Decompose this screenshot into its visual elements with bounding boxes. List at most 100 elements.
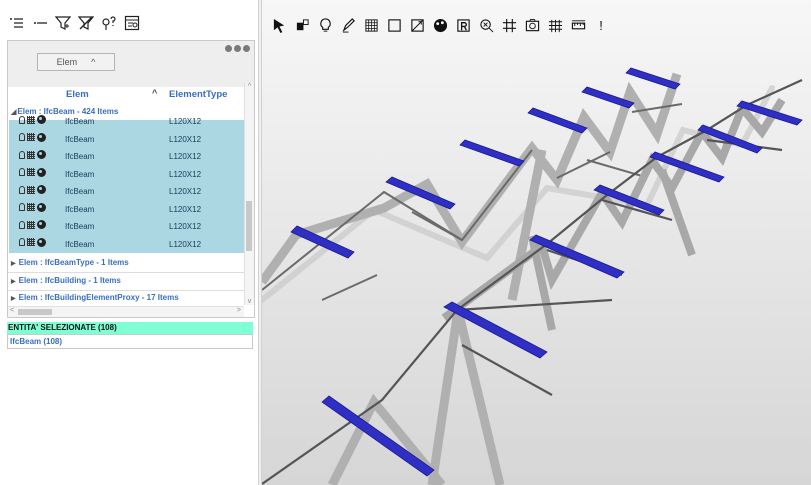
- table-icon[interactable]: [544, 14, 566, 36]
- bulb-icon[interactable]: [19, 203, 25, 211]
- select-arrow-icon[interactable]: [268, 14, 290, 36]
- scrollbar-thumb[interactable]: [18, 309, 52, 315]
- grid-pattern-icon[interactable]: [27, 150, 35, 159]
- selected-entities-title: ENTITA' SELEZIONATE (108): [8, 323, 117, 332]
- table-row[interactable]: IfcBeam L120X12: [9, 147, 244, 165]
- paint-icon[interactable]: [37, 185, 46, 194]
- group-by-chip[interactable]: Elem ^: [37, 53, 115, 71]
- collapsed-triangle-icon[interactable]: ▶: [11, 296, 16, 302]
- grid-pattern-icon[interactable]: [27, 133, 35, 141]
- exclamation-icon[interactable]: !: [590, 14, 612, 36]
- scroll-right-icon[interactable]: >: [237, 307, 241, 314]
- horizontal-scrollbar[interactable]: < >: [8, 306, 244, 317]
- exclamation-label: !: [599, 17, 603, 33]
- row-type: L120X12: [169, 204, 202, 214]
- row-name: IfcBeam: [65, 152, 95, 161]
- sort-ascending-icon[interactable]: ^: [152, 88, 157, 98]
- 3d-model-view[interactable]: [262, 0, 811, 485]
- row-type: L120X12: [169, 117, 202, 126]
- chevron-up-icon[interactable]: ^: [91, 57, 95, 67]
- viewer-toolbar: !: [268, 14, 613, 36]
- selected-entities-header: ENTITA' SELEZIONATE (108): [7, 322, 253, 334]
- select-box-icon[interactable]: [291, 14, 313, 36]
- scroll-left-icon[interactable]: <: [10, 307, 14, 314]
- bulb-icon[interactable]: [19, 238, 25, 246]
- vertical-scrollbar[interactable]: ^ v: [244, 83, 254, 305]
- hash-icon[interactable]: [498, 14, 520, 36]
- zoom-icon[interactable]: [475, 14, 497, 36]
- row-type: L120X12: [169, 239, 202, 249]
- paint-icon[interactable]: [429, 14, 451, 36]
- scroll-up-icon[interactable]: ^: [245, 83, 254, 90]
- grid-pattern-icon[interactable]: [27, 185, 35, 194]
- scroll-down-icon[interactable]: v: [245, 298, 254, 305]
- help-search-icon[interactable]: [98, 13, 120, 33]
- column-header: Elem ^ ElementType: [8, 87, 244, 103]
- table-row[interactable]: IfcBeam L120X12: [9, 200, 244, 218]
- table-row[interactable]: IfcBeam L120X12: [9, 112, 244, 130]
- group-label: Elem : IfcBuilding - 1 Items: [18, 276, 121, 285]
- grid-pattern-icon[interactable]: [27, 220, 35, 229]
- bulb-icon[interactable]: [19, 185, 25, 194]
- grid-pattern-icon[interactable]: [360, 14, 382, 36]
- left-panel: Elem ^ Elem ^ ElementType ◢Elem : IfcBea…: [0, 0, 258, 485]
- report-icon[interactable]: [121, 13, 143, 33]
- table-row[interactable]: IfcBeam L120X12: [9, 130, 244, 148]
- paint-icon[interactable]: [37, 237, 46, 247]
- selected-entity-item[interactable]: IfcBeam (108): [7, 334, 253, 349]
- 3d-viewer[interactable]: !: [262, 0, 811, 485]
- group-label: Elem : IfcBuildingElementProxy - 17 Item…: [18, 293, 179, 302]
- paint-icon[interactable]: [37, 220, 46, 229]
- row-type: L120X12: [169, 134, 202, 144]
- bulb-icon[interactable]: [314, 14, 336, 36]
- column-elem[interactable]: Elem: [66, 89, 89, 100]
- grid-pattern-icon[interactable]: [27, 203, 35, 211]
- grid-pattern-icon[interactable]: [27, 168, 35, 176]
- row-name: IfcBeam: [65, 239, 95, 249]
- more-options-icon[interactable]: [223, 45, 250, 52]
- element-tree: Elem ^ Elem ^ ElementType ◢Elem : IfcBea…: [7, 40, 255, 318]
- row-name: IfcBeam: [65, 222, 95, 231]
- list-indent-icon[interactable]: [6, 13, 28, 33]
- pen-icon[interactable]: [337, 14, 359, 36]
- bulb-icon[interactable]: [19, 115, 25, 124]
- scrollbar-thumb[interactable]: [246, 201, 252, 251]
- tree-toolbar: [6, 12, 144, 34]
- grid-pattern-icon[interactable]: [27, 238, 35, 246]
- measure-icon[interactable]: [567, 14, 589, 36]
- table-row[interactable]: IfcBeam L120X12: [9, 235, 244, 253]
- paint-icon[interactable]: [37, 115, 46, 124]
- reset-icon[interactable]: [452, 14, 474, 36]
- table-row[interactable]: IfcBeam L120X12: [9, 165, 244, 183]
- paint-icon[interactable]: [37, 202, 46, 212]
- paint-icon[interactable]: [37, 132, 46, 142]
- grid-pattern-icon[interactable]: [27, 115, 35, 124]
- selected-entity-label: IfcBeam (108): [10, 337, 63, 346]
- bulb-icon[interactable]: [19, 168, 25, 176]
- collapsed-triangle-icon[interactable]: ▶: [11, 261, 16, 267]
- bulb-icon[interactable]: [19, 133, 25, 141]
- table-row[interactable]: IfcBeam L120X12: [9, 217, 244, 235]
- row-name: IfcBeam: [65, 204, 95, 214]
- row-type: L120X12: [169, 222, 202, 231]
- section-icon[interactable]: [406, 14, 428, 36]
- selected-beam[interactable]: [459, 139, 525, 167]
- group-label: Elem : IfcBeamType - 1 Items: [18, 258, 129, 267]
- row-name: IfcBeam: [65, 117, 95, 126]
- row-name: IfcBeam: [65, 134, 95, 144]
- paint-icon[interactable]: [37, 150, 46, 159]
- clear-filter-icon[interactable]: [75, 13, 97, 33]
- camera-icon[interactable]: [521, 14, 543, 36]
- bulb-icon[interactable]: [19, 150, 25, 159]
- row-type: L120X12: [169, 152, 202, 161]
- bulb-icon[interactable]: [19, 220, 25, 229]
- collapse-icon[interactable]: [29, 13, 51, 33]
- row-name: IfcBeam: [65, 187, 95, 196]
- group-by-chip-label: Elem: [56, 57, 78, 67]
- collapsed-triangle-icon[interactable]: ▶: [11, 279, 16, 285]
- filter-icon[interactable]: [52, 13, 74, 33]
- square-icon[interactable]: [383, 14, 405, 36]
- paint-icon[interactable]: [37, 167, 46, 177]
- column-element-type[interactable]: ElementType: [169, 89, 227, 100]
- table-row[interactable]: IfcBeam L120X12: [9, 182, 244, 200]
